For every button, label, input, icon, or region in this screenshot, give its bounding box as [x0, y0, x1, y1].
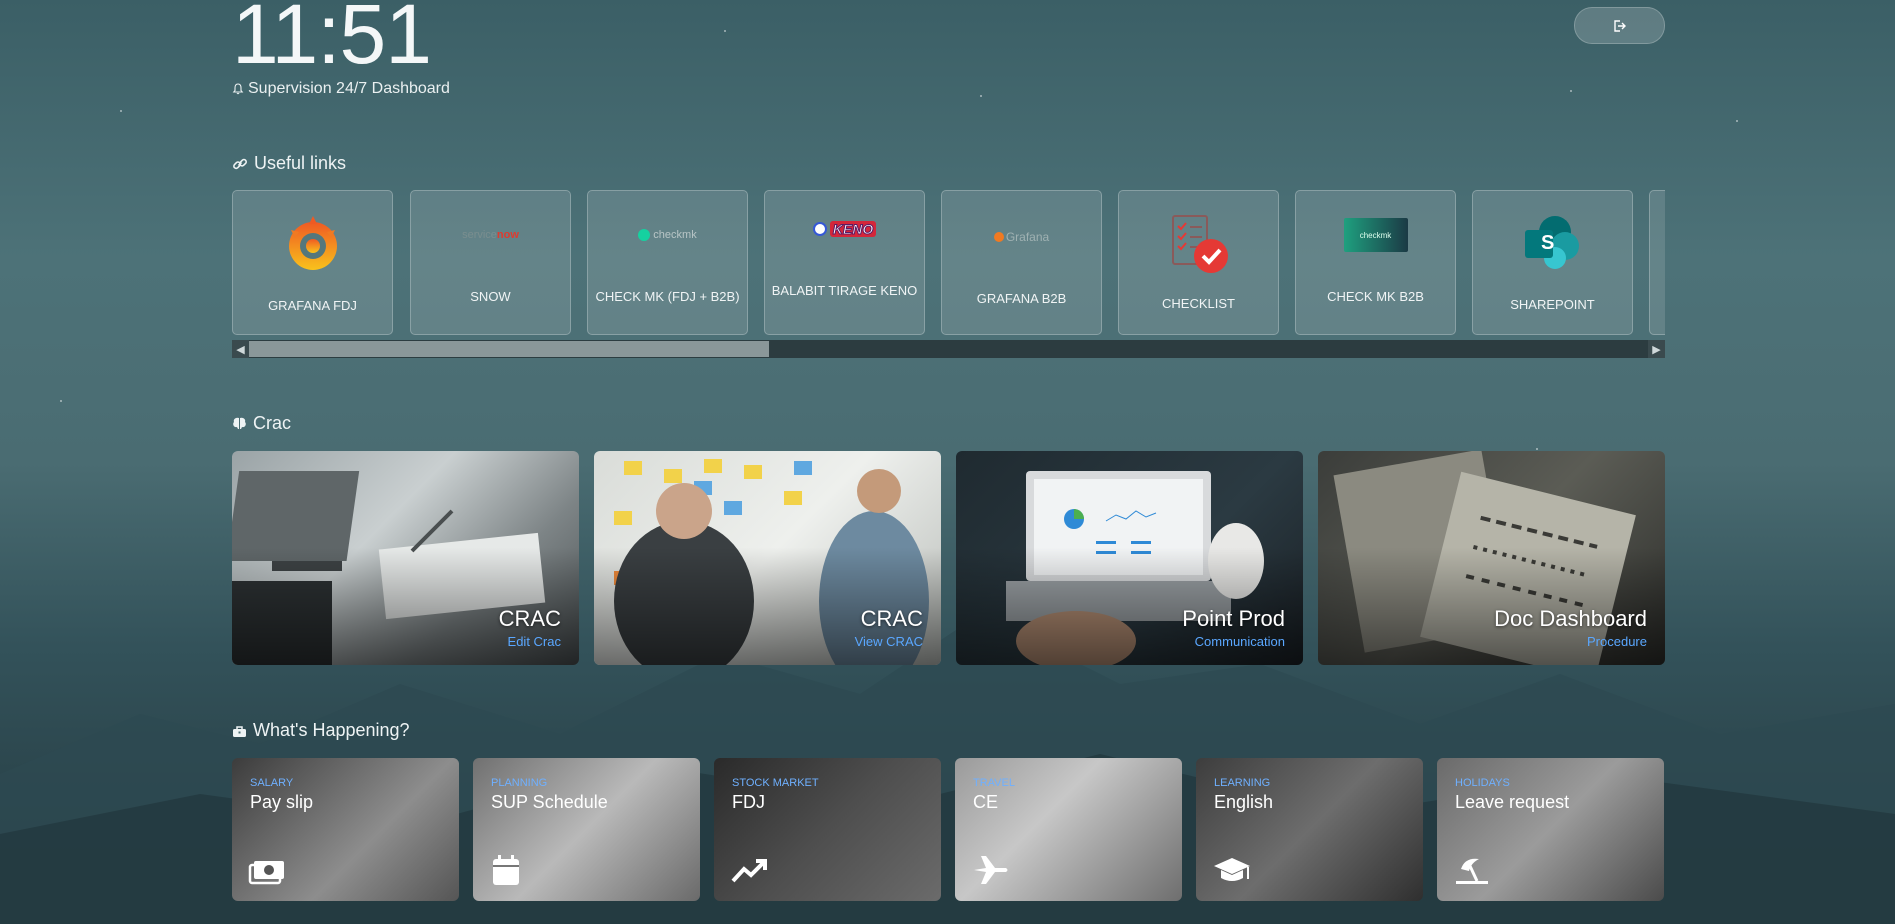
star	[120, 110, 122, 112]
card-title: Pay slip	[250, 792, 314, 812]
link-icon	[233, 158, 247, 169]
card-category: PLANNING	[491, 777, 548, 789]
star	[60, 400, 62, 402]
star	[1536, 448, 1538, 450]
bell-icon	[232, 83, 244, 95]
link-card-partial[interactable]	[1649, 190, 1665, 335]
card-category: TRAVEL	[973, 777, 1015, 789]
graduation-cap-icon	[1214, 858, 1250, 881]
toolbox-icon	[233, 725, 246, 737]
crac-card-link[interactable]: Communication	[1195, 634, 1285, 649]
happening-card-stock-market[interactable]: STOCK MARKET FDJ	[714, 758, 941, 901]
calendar-icon	[493, 855, 519, 885]
checkmk-logo: checkmk	[588, 207, 747, 263]
link-label: GRAFANA B2B	[976, 291, 1067, 306]
link-card-balabit-keno[interactable]: KENO BALABIT TIRAGE KENO	[764, 190, 925, 335]
useful-links-heading: Useful links	[232, 153, 346, 174]
servicenow-logo-part: service	[462, 229, 497, 241]
happening-card-planning[interactable]: PLANNING SUP Schedule	[473, 758, 700, 901]
happening-card-salary[interactable]: SALARY Pay slip	[232, 758, 459, 901]
card-shade	[594, 451, 941, 665]
link-card-sharepoint[interactable]: S SHAREPOINT	[1472, 190, 1633, 335]
checkmk-logo-text: checkmk	[1343, 218, 1408, 252]
grafana-logo: Grafana	[942, 209, 1101, 265]
card-title: Leave request	[1455, 792, 1570, 812]
checklist-icon	[1119, 209, 1278, 279]
happening-card-learning[interactable]: LEARNING English	[1196, 758, 1423, 901]
crac-card-doc-dashboard[interactable]: Doc Dashboard Procedure	[1318, 451, 1665, 665]
link-label: SHAREPOINT	[1510, 297, 1595, 312]
card-title: FDJ	[732, 792, 765, 812]
scroll-thumb[interactable]	[249, 341, 769, 357]
crac-card-title: Doc Dashboard	[1494, 606, 1647, 631]
link-label: BALABIT TIRAGE KENO	[771, 283, 918, 298]
subtitle-text: Supervision 24/7 Dashboard	[248, 80, 450, 97]
crac-title: Crac	[253, 413, 292, 433]
crac-card-title: CRAC	[860, 606, 923, 631]
umbrella-beach-icon	[1456, 858, 1488, 884]
trend-up-icon	[731, 859, 767, 883]
checkmk-logo-text: checkmk	[653, 229, 697, 241]
happening-card-travel[interactable]: TRAVEL CE	[955, 758, 1182, 901]
link-label: CHECKLIST	[1162, 296, 1235, 311]
link-card-checkmk-b2b[interactable]: checkmk CHECK MK B2B	[1295, 190, 1456, 335]
whats-happening-heading: What's Happening?	[232, 720, 410, 741]
crac-card-point-prod[interactable]: Point Prod Communication	[956, 451, 1303, 665]
link-label: GRAFANA FDJ	[268, 298, 357, 313]
servicenow-logo-part: now	[496, 229, 519, 241]
crac-card-title: Point Prod	[1182, 606, 1285, 631]
dashboard-subtitle: Supervision 24/7 Dashboard	[232, 80, 450, 98]
card-title: SUP Schedule	[491, 792, 608, 812]
sharepoint-logo: S	[1473, 209, 1632, 279]
star	[1570, 90, 1572, 92]
card-shade	[956, 451, 1303, 665]
card-category: SALARY	[250, 777, 294, 789]
sharepoint-logo-letter: S	[1541, 232, 1555, 254]
link-label: SNOW	[470, 289, 511, 304]
brain-icon	[233, 417, 246, 429]
link-card-grafana-b2b[interactable]: Grafana GRAFANA B2B	[941, 190, 1102, 335]
whats-happening-title: What's Happening?	[253, 720, 410, 740]
keno-logo-text: KENO	[829, 221, 877, 238]
card-title: CE	[973, 792, 999, 812]
crac-card-title: CRAC	[498, 606, 561, 631]
link-label: CHECK MK (FDJ + B2B)	[595, 289, 740, 304]
grafana-logo-text: Grafana	[1005, 230, 1050, 244]
logout-button[interactable]	[1574, 7, 1665, 44]
carousel-scrollbar[interactable]: ◀ ▶	[232, 340, 1665, 358]
card-category: LEARNING	[1214, 777, 1271, 789]
logout-icon	[1614, 19, 1626, 32]
card-shade	[1318, 451, 1665, 665]
star	[980, 95, 982, 97]
crac-card-view[interactable]: CRAC View CRAC	[594, 451, 941, 665]
keno-logo: KENO	[765, 201, 924, 257]
link-card-checkmk-fdj-b2b[interactable]: checkmk CHECK MK (FDJ + B2B)	[587, 190, 748, 335]
link-card-checklist[interactable]: CHECKLIST	[1118, 190, 1279, 335]
servicenow-logo: service now	[411, 207, 570, 263]
crac-heading: Crac	[232, 413, 291, 434]
scroll-left-arrow[interactable]: ◀	[232, 340, 249, 358]
card-title: English	[1214, 792, 1274, 812]
scroll-right-arrow[interactable]: ▶	[1648, 340, 1665, 358]
card-category: HOLIDAYS	[1455, 777, 1510, 789]
useful-links-carousel: GRAFANA FDJ service now SNOW checkmk CHEC…	[232, 190, 1665, 338]
happening-card-holidays[interactable]: HOLIDAYS Leave request	[1437, 758, 1664, 901]
link-card-grafana-fdj[interactable]: GRAFANA FDJ	[232, 190, 393, 335]
clock: 11:51	[232, 0, 432, 81]
checkmk-logo: checkmk	[1296, 207, 1455, 263]
card-category: STOCK MARKET	[732, 777, 819, 789]
plane-icon	[974, 856, 1008, 884]
link-label: CHECK MK B2B	[1327, 289, 1424, 304]
money-icon	[248, 861, 284, 885]
crac-card-link[interactable]: View CRAC	[855, 634, 923, 649]
crac-card-edit[interactable]: CRAC Edit Crac	[232, 451, 579, 665]
card-shade	[232, 451, 579, 665]
useful-links-title: Useful links	[254, 153, 347, 173]
crac-card-link[interactable]: Edit Crac	[508, 634, 561, 649]
crac-card-link[interactable]: Procedure	[1587, 634, 1647, 649]
star	[1736, 120, 1738, 122]
link-card-snow[interactable]: service now SNOW	[410, 190, 571, 335]
star	[724, 30, 726, 32]
grafana-logo	[233, 209, 392, 279]
